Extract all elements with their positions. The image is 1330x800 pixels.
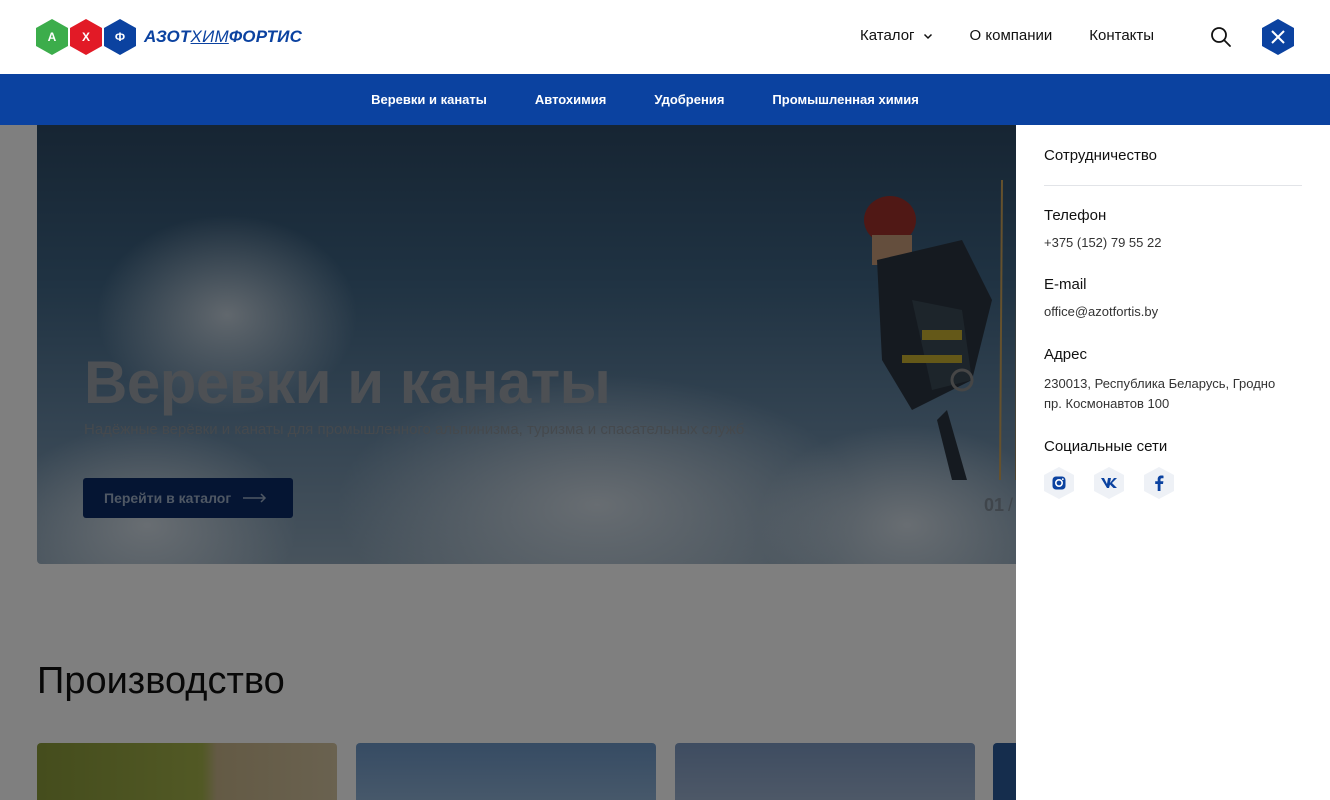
contacts-panel: Сотрудничество Телефон +375 (152) 79 55 … xyxy=(1016,125,1330,800)
hero-title: Веревки и канаты xyxy=(84,349,611,416)
facebook-icon xyxy=(1155,475,1164,491)
go-to-catalog-label: Перейти в каталог xyxy=(104,490,232,506)
address-line1: 230013, Республика Беларусь, Гродно xyxy=(1044,376,1276,391)
slide-current: 01 xyxy=(984,495,1005,515)
production-card[interactable] xyxy=(356,743,656,800)
instagram-link[interactable] xyxy=(1044,467,1074,499)
nav-catalog[interactable]: Каталог xyxy=(860,27,933,44)
address-label: Адрес xyxy=(1044,346,1087,363)
logo-hex-a: А xyxy=(36,19,68,55)
climber-image xyxy=(864,180,1018,480)
cooperation-link[interactable]: Сотрудничество xyxy=(1044,147,1157,164)
nav-catalog-label: Каталог xyxy=(860,27,915,44)
slide-separator: / xyxy=(1008,495,1014,515)
close-icon xyxy=(1271,30,1285,44)
nav-about[interactable]: О компании xyxy=(970,27,1053,44)
category-autochem[interactable]: Автохимия xyxy=(535,92,606,107)
logo-text: АЗОТХИМФОРТИС xyxy=(144,27,302,47)
vk-link[interactable] xyxy=(1094,467,1124,499)
facebook-link[interactable] xyxy=(1144,467,1174,499)
logo[interactable]: А Х Ф АЗОТХИМФОРТИС xyxy=(36,19,302,55)
chevron-down-icon xyxy=(923,33,932,39)
hero-subtitle: Надёжные верёвки и канаты для промышленн… xyxy=(84,421,745,438)
main-nav: Каталог О компании Контакты xyxy=(860,27,1154,44)
logo-hex-x: Х xyxy=(70,19,102,55)
go-to-catalog-button[interactable]: Перейти в каталог xyxy=(83,478,293,518)
close-menu-button[interactable] xyxy=(1262,19,1294,55)
logo-text-part3: ФОРТИС xyxy=(228,27,303,46)
category-industrial[interactable]: Промышленная химия xyxy=(772,92,918,107)
email-value[interactable]: office@azotfortis.by xyxy=(1044,302,1158,322)
category-fertilizers[interactable]: Удобрения xyxy=(654,92,724,107)
site-header: А Х Ф АЗОТХИМФОРТИС Каталог О компании К… xyxy=(0,0,1330,74)
nav-contacts[interactable]: Контакты xyxy=(1089,27,1154,44)
email-label: E-mail xyxy=(1044,276,1087,293)
production-card[interactable] xyxy=(675,743,975,800)
social-label: Социальные сети xyxy=(1044,438,1168,455)
phone-value[interactable]: +375 (152) 79 55 22 xyxy=(1044,233,1161,253)
category-ropes[interactable]: Веревки и канаты xyxy=(371,92,487,107)
social-links xyxy=(1044,467,1174,499)
phone-label: Телефон xyxy=(1044,207,1107,224)
logo-text-part1: АЗОТ xyxy=(144,27,191,46)
logo-hex-f: Ф xyxy=(104,19,136,55)
logo-text-part2: ХИМ xyxy=(190,27,229,46)
nav-contacts-label: Контакты xyxy=(1089,27,1155,44)
address-line2: пр. Космонавтов 100 xyxy=(1044,396,1170,411)
vk-icon xyxy=(1101,478,1117,488)
production-card[interactable] xyxy=(37,743,337,800)
arrow-right-icon xyxy=(243,493,267,503)
slide-counter: 01/ xyxy=(984,495,1013,516)
section-title: Производство xyxy=(37,660,285,702)
category-nav: Веревки и канаты Автохимия Удобрения Про… xyxy=(0,74,1330,125)
search-icon[interactable] xyxy=(1210,26,1232,48)
divider xyxy=(1044,185,1302,186)
nav-about-label: О компании xyxy=(969,27,1053,44)
instagram-icon xyxy=(1052,476,1066,490)
